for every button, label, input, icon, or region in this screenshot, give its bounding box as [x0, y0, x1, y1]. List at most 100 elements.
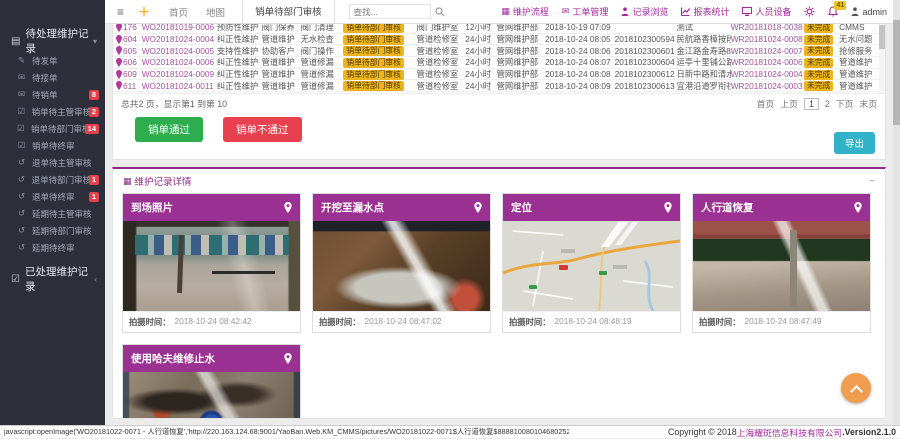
location-pin-icon[interactable]: [854, 202, 862, 213]
return-circle-icon: ↺: [16, 208, 27, 219]
page-scrollbar[interactable]: [893, 0, 900, 425]
sidebar-item-return-dept-review[interactable]: ↺ 退单待部门审核 1: [0, 171, 105, 188]
sidebar-item-delay-final-review[interactable]: ↺ 延期待终审: [0, 239, 105, 256]
request-link[interactable]: WR20181024-0004: [731, 69, 804, 79]
menu-record-browse[interactable]: 记录浏览: [621, 5, 668, 18]
panel-title: 维护记录详情: [135, 174, 192, 188]
photo-excavation[interactable]: [313, 221, 490, 311]
add-tab-icon[interactable]: ＋: [138, 3, 150, 20]
sidebar-item-return-final-review[interactable]: ↺ 退单待终审 1: [0, 188, 105, 205]
sidebar-item-delay-dept-review[interactable]: ↺ 延期待部门审核: [0, 222, 105, 239]
sidebar-section-pending[interactable]: ▤ 待处理维护记录 ▾: [0, 30, 105, 52]
table-row[interactable]: 604 WO20181024-0004 纠正性维护 管道维护 无水检查 销单待部…: [113, 34, 885, 46]
request-link[interactable]: WR20181024-0003: [731, 81, 804, 91]
table-row[interactable]: 605 WO20181024-0005 支持性维护 协助客户 阀门操作 销单待部…: [113, 45, 885, 57]
location-pin-icon[interactable]: [664, 202, 672, 213]
table-row[interactable]: 611 WO20181024-0011 纠正性维护 管道维护 管道修漏 销单待部…: [113, 80, 885, 92]
photo-map[interactable]: [503, 221, 680, 311]
workorder-link[interactable]: WO20181024-0011: [142, 81, 217, 91]
sidebar-item-pending-close[interactable]: ✉ 待销单 8: [0, 86, 105, 103]
page-last[interactable]: 末页: [859, 97, 877, 110]
table-scrollbar[interactable]: [879, 24, 885, 94]
export-button[interactable]: 导出: [834, 132, 875, 154]
workorder-link[interactable]: WO20181024-0009: [142, 69, 217, 79]
photo-cards: 到场照片 拍摄时间： 2018-10-24 08:42:42: [113, 192, 885, 419]
page-prev[interactable]: 上页: [780, 97, 798, 110]
workorder-panel: 176 WO20181019-0006 预防性维护 阀门保养 阀门清理 销单待部…: [112, 24, 886, 160]
hamburger-menu-icon[interactable]: ≡: [117, 5, 124, 19]
location-pin-icon[interactable]: [474, 202, 482, 213]
scroll-to-top-button[interactable]: [841, 373, 871, 403]
return-circle-icon: ↺: [16, 191, 27, 202]
tab-map[interactable]: 地图: [206, 5, 225, 19]
table-row[interactable]: 606 WO20181024-0006 纠正性维护 管道维护 管道修漏 销单待部…: [113, 57, 885, 69]
request-link[interactable]: WR20181024-0008: [731, 34, 804, 44]
photo-card-repair: 使用哈夫维修止水: [122, 344, 301, 419]
request-link[interactable]: WR20181024-0006: [731, 57, 804, 67]
photo-arrival[interactable]: [123, 221, 300, 311]
location-pin-icon[interactable]: [284, 202, 292, 213]
tab-close-dept-review[interactable]: 销单待部门审核: [242, 0, 335, 24]
table-row[interactable]: 609 WO20181024-0009 纠正性维护 管道维护 管道修漏 销单待部…: [113, 69, 885, 81]
sidebar-item-pending-accept[interactable]: ✉ 待接单: [0, 69, 105, 86]
content-area: 176 WO20181019-0006 预防性维护 阀门保养 阀门清理 销单待部…: [105, 24, 893, 425]
request-link[interactable]: WR20181018-0038: [731, 24, 804, 32]
count-badge: 1: [89, 192, 99, 202]
sidebar-item-return-supervisor-review[interactable]: ↺ 退单待主管审核: [0, 154, 105, 171]
notifications-bell-icon[interactable]: 41: [828, 6, 838, 17]
photo-detail: [212, 271, 276, 274]
photo-repair[interactable]: [123, 372, 300, 419]
check-square-icon: ☑: [16, 123, 26, 134]
workorder-link[interactable]: WO20181024-0004: [142, 34, 217, 44]
photo-card-header: 到场照片: [123, 194, 300, 221]
menu-personnel-equipment[interactable]: 人员设备: [742, 5, 791, 18]
search-icon[interactable]: [435, 7, 445, 17]
collapse-icon[interactable]: −: [869, 176, 875, 187]
tab-home[interactable]: 首页: [169, 5, 188, 19]
sidebar-item-delay-supervisor-review[interactable]: ↺ 延期待主管审核: [0, 205, 105, 222]
sidebar-item-close-final-review[interactable]: ☑ 销单待终审: [0, 137, 105, 154]
envelope-icon: ✉: [16, 72, 27, 83]
map-image: [503, 221, 680, 311]
photo-card-header: 开挖至漏水点: [313, 194, 490, 221]
request-link[interactable]: WR20181024-0007: [731, 46, 804, 56]
location-pin-icon[interactable]: [284, 353, 292, 364]
workorder-link[interactable]: WO20181024-0006: [142, 57, 217, 67]
search-input[interactable]: [349, 4, 431, 19]
page-current[interactable]: 1: [804, 98, 819, 110]
map-pin-icon: [116, 35, 122, 44]
sidebar-item-close-supervisor-review[interactable]: ☑ 销单待主管审核 2: [0, 103, 105, 120]
edit-icon: ✎: [16, 55, 27, 66]
menu-workorder-management[interactable]: ✉ 工单管理: [562, 5, 609, 18]
status-badge: 销单待部门审核: [343, 70, 404, 80]
workorder-link[interactable]: WO20181024-0005: [142, 46, 217, 56]
return-circle-icon: ↺: [16, 242, 27, 253]
sidebar-section-processed[interactable]: ☑ 已处理维护记录 ‹: [0, 268, 105, 290]
photo-sidewalk[interactable]: [693, 221, 870, 311]
sidebar-item-close-dept-review[interactable]: ☑ 销单待部门审核 14: [0, 120, 105, 137]
map-pin-icon: [116, 58, 122, 67]
menu-maintenance-flow[interactable]: ▦ 维护流程: [501, 5, 549, 18]
list-icon: ▤: [11, 36, 20, 47]
page-next[interactable]: 下页: [836, 97, 854, 110]
sidebar-section-label: 已处理维护记录: [25, 264, 94, 294]
page-first[interactable]: 首页: [757, 97, 775, 110]
notification-count-badge: 41: [834, 1, 846, 10]
browser-status-text: javascript:openImage('WO20181022-0071 - …: [4, 427, 569, 437]
completion-badge: 未完成: [804, 35, 833, 45]
reject-close-button[interactable]: 销单不通过: [223, 117, 302, 142]
count-badge: 1: [89, 175, 99, 185]
user-menu[interactable]: admin: [851, 7, 887, 17]
approve-close-button[interactable]: 销单通过: [135, 117, 203, 142]
main-area: ≡ ＋ 首页 地图 销单待部门审核 ▦ 维护流程 ✉ 工单管理 记录浏览: [105, 0, 893, 425]
grid-icon: ▦: [123, 176, 132, 187]
person-icon: [851, 7, 859, 16]
photo-card-header: 人行道恢复: [693, 194, 870, 221]
scrollbar-thumb[interactable]: [893, 20, 900, 125]
settings-gear-icon[interactable]: [804, 6, 815, 17]
company-link[interactable]: 上海耀斑信息科技有限公司: [737, 426, 843, 439]
photo-timestamp: 2018-10-24 08:48:19: [555, 316, 632, 328]
page-2[interactable]: 2: [825, 99, 830, 109]
workorder-link[interactable]: WO20181019-0006: [142, 24, 217, 32]
menu-report-statistics[interactable]: 报表统计: [681, 5, 729, 18]
